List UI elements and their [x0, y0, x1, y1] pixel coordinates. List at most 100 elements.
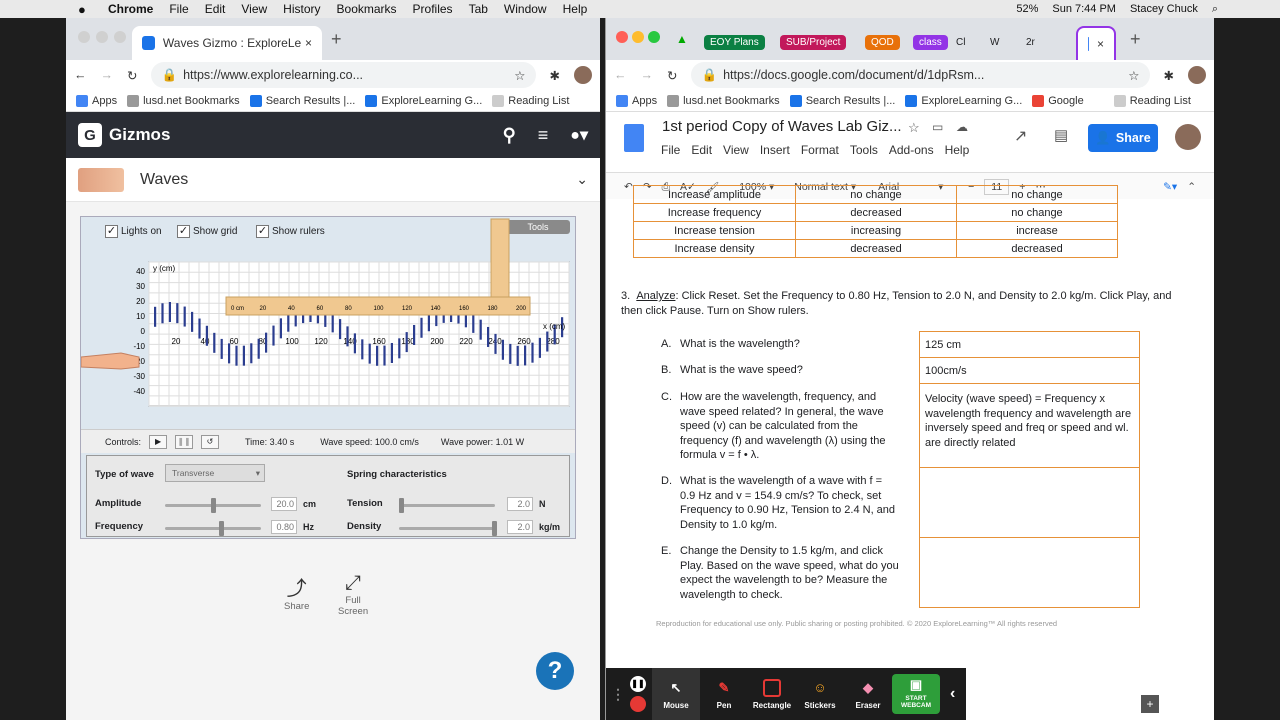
bookmark-apps[interactable]: Apps: [76, 94, 117, 107]
docs-menu-addons[interactable]: Add-ons: [889, 143, 934, 157]
pen-tool[interactable]: ✎ Pen: [700, 679, 748, 710]
reload-icon[interactable]: ↻: [667, 68, 677, 83]
user-icon[interactable]: ●▾: [570, 125, 588, 145]
menu-file[interactable]: File: [169, 2, 188, 16]
chevron-up-icon[interactable]: ⌃: [1187, 181, 1196, 193]
bookmark-search[interactable]: Search Results |...: [249, 94, 355, 107]
answer-e[interactable]: [919, 537, 1140, 608]
answer-c[interactable]: Velocity (wave speed) = Frequency x wave…: [919, 383, 1140, 468]
question-e[interactable]: E. Change the Density to 1.5 kg/m, and cl…: [661, 544, 906, 602]
address-bar[interactable]: 🔒 https://www.explorelearning.co... ☆: [151, 62, 536, 88]
tab-2r[interactable]: 2r: [1026, 37, 1035, 48]
table-cell[interactable]: decreased: [956, 239, 1118, 258]
move-folder-icon[interactable]: ▭: [932, 120, 943, 134]
star-icon[interactable]: ☆: [514, 68, 525, 83]
question-3[interactable]: 3. Analyze: Click Reset. Set the Frequen…: [621, 289, 1181, 318]
docs-menu-view[interactable]: View: [723, 143, 749, 157]
clock[interactable]: Sun 7:44 PM: [1052, 3, 1116, 15]
table-cell[interactable]: no change: [956, 203, 1118, 222]
table-cell[interactable]: decreased: [795, 203, 957, 222]
star-icon[interactable]: ☆: [1128, 68, 1139, 83]
add-comment-icon[interactable]: +: [1141, 695, 1159, 713]
activity-icon[interactable]: ↗: [1014, 126, 1027, 146]
eraser-tool[interactable]: ◆ Eraser: [844, 679, 892, 710]
new-tab-icon[interactable]: +: [1130, 29, 1141, 50]
table-cell[interactable]: Increase frequency: [633, 203, 796, 222]
table-cell[interactable]: Increase tension: [633, 221, 796, 240]
close-tab-icon[interactable]: ×: [1097, 37, 1104, 51]
docs-menu-insert[interactable]: Insert: [760, 143, 790, 157]
table-cell[interactable]: no change: [795, 185, 957, 204]
bookmark-apps[interactable]: Apps: [616, 94, 657, 107]
tab-cl[interactable]: Cl: [956, 37, 965, 48]
forward-icon[interactable]: →: [641, 68, 654, 82]
menu-app-name[interactable]: Chrome: [108, 2, 153, 16]
docs-menu-format[interactable]: Format: [801, 143, 839, 157]
forward-icon[interactable]: →: [101, 68, 114, 82]
bookmark-google[interactable]: Google: [1032, 94, 1084, 107]
amplitude-value[interactable]: 20.0: [271, 497, 297, 511]
tab-active-doc[interactable]: ×: [1076, 26, 1116, 60]
table-cell[interactable]: Increase density: [633, 239, 796, 258]
reset-button[interactable]: ↺: [201, 434, 220, 449]
comments-icon[interactable]: ▤: [1054, 126, 1068, 144]
table-cell[interactable]: increasing: [795, 221, 957, 240]
minimize-window-icon[interactable]: [632, 31, 644, 43]
table-cell[interactable]: increase: [956, 221, 1118, 240]
document-title[interactable]: 1st period Copy of Waves Lab Giz...: [662, 118, 902, 135]
pause-icon[interactable]: ❚❚: [630, 676, 646, 692]
menu-history[interactable]: History: [283, 2, 320, 16]
frequency-slider[interactable]: [165, 521, 261, 536]
amplitude-slider[interactable]: [165, 498, 261, 513]
menu-bookmarks[interactable]: Bookmarks: [337, 2, 397, 16]
tab-group-qod[interactable]: QOD: [865, 35, 900, 50]
question-d[interactable]: D. What is the wavelength of a wave with …: [661, 474, 906, 532]
docs-menu-help[interactable]: Help: [945, 143, 970, 157]
new-tab-icon[interactable]: +: [331, 29, 342, 50]
table-cell[interactable]: no change: [956, 185, 1118, 204]
type-of-wave-select[interactable]: Transverse ▾: [165, 464, 265, 482]
menu-help[interactable]: Help: [563, 2, 588, 16]
tab-group-class[interactable]: class: [913, 35, 948, 50]
question-c[interactable]: C. How are the wavelength, frequency, and…: [661, 390, 906, 463]
chevron-down-icon[interactable]: ⌄: [576, 171, 588, 188]
extensions-icon[interactable]: ✱: [550, 68, 560, 83]
collapse-icon[interactable]: ‹: [950, 685, 955, 703]
bookmark-explorelearning[interactable]: ExploreLearning G...: [365, 94, 482, 107]
table-cell[interactable]: decreased: [795, 239, 957, 258]
share-button[interactable]: ⤴ Share: [284, 572, 309, 612]
cloud-status-icon[interactable]: ☁: [956, 120, 968, 134]
density-value[interactable]: 2.0: [507, 520, 533, 534]
docs-menu-tools[interactable]: Tools: [850, 143, 878, 157]
bookmark-explorelearning[interactable]: ExploreLearning G...: [905, 94, 1022, 107]
user-name[interactable]: Stacey Chuck: [1130, 3, 1198, 15]
docs-menu-file[interactable]: File: [661, 143, 680, 157]
undo-icon[interactable]: ↶: [624, 181, 633, 193]
drag-handle-icon[interactable]: ⋮: [606, 686, 630, 703]
bookmark-search[interactable]: Search Results |...: [789, 94, 895, 107]
close-window-icon[interactable]: [78, 31, 90, 43]
avatar[interactable]: [1175, 124, 1201, 150]
back-icon[interactable]: ←: [74, 68, 87, 82]
pause-button[interactable]: ❚❚: [175, 434, 194, 449]
tension-value[interactable]: 2.0: [507, 497, 533, 511]
answer-b[interactable]: 100cm/s: [919, 357, 1140, 384]
slider-thumb[interactable]: [219, 521, 224, 536]
zoom-window-icon[interactable]: [648, 31, 660, 43]
stop-icon[interactable]: [630, 696, 646, 712]
reload-icon[interactable]: ↻: [127, 68, 137, 83]
menu-icon[interactable]: ≡: [538, 125, 549, 146]
fullscreen-button[interactable]: ⤢ Full Screen: [338, 572, 368, 617]
menu-profiles[interactable]: Profiles: [413, 2, 453, 16]
bookmark-reading-list[interactable]: Reading List: [1113, 94, 1191, 107]
profile-avatar[interactable]: [574, 66, 592, 84]
frequency-value[interactable]: 0.80: [271, 520, 297, 534]
slider-thumb[interactable]: [211, 498, 216, 513]
back-icon[interactable]: ←: [614, 68, 627, 82]
slider-thumb[interactable]: [492, 521, 497, 536]
menu-edit[interactable]: Edit: [205, 2, 226, 16]
question-a[interactable]: A. What is the wavelength?: [661, 337, 906, 352]
tab-w[interactable]: W: [990, 37, 999, 48]
menu-tab[interactable]: Tab: [469, 2, 488, 16]
gizmos-brand[interactable]: Gizmos: [109, 125, 170, 145]
